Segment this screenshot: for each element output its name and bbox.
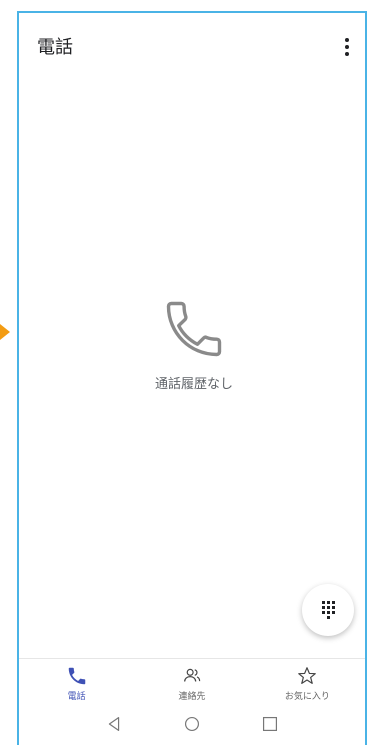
tab-favorites[interactable]: お気に入り xyxy=(250,659,365,707)
star-icon xyxy=(298,666,317,684)
system-navigation-bar xyxy=(19,709,365,739)
contacts-icon xyxy=(184,668,201,682)
phone-icon xyxy=(68,667,85,684)
back-icon[interactable] xyxy=(103,713,125,735)
tab-phone-label: 電話 xyxy=(67,691,86,702)
recents-icon[interactable] xyxy=(259,713,281,735)
dialpad-icon xyxy=(321,601,335,619)
app-header: 電話 xyxy=(37,33,357,73)
phone-app-frame: 電話 通話履歴なし 電話 連絡先 お気に入り xyxy=(17,11,367,745)
tab-favorites-label: お気に入り xyxy=(284,691,330,702)
tab-contacts[interactable]: 連絡先 xyxy=(134,659,249,707)
tab-contacts-label: 連絡先 xyxy=(178,691,206,702)
tab-phone[interactable]: 電話 xyxy=(19,659,134,707)
side-marker-icon xyxy=(0,324,10,340)
page-title: 電話 xyxy=(37,37,73,58)
bottom-navigation: 電話 連絡先 お気に入り xyxy=(19,658,365,707)
empty-state-message: 通話履歴なし xyxy=(154,377,233,392)
home-icon[interactable] xyxy=(181,713,203,735)
empty-state: 通話履歴なし xyxy=(19,295,369,392)
phone-icon xyxy=(166,301,222,357)
dialpad-button[interactable] xyxy=(302,584,354,636)
more-options-icon[interactable] xyxy=(337,35,357,59)
